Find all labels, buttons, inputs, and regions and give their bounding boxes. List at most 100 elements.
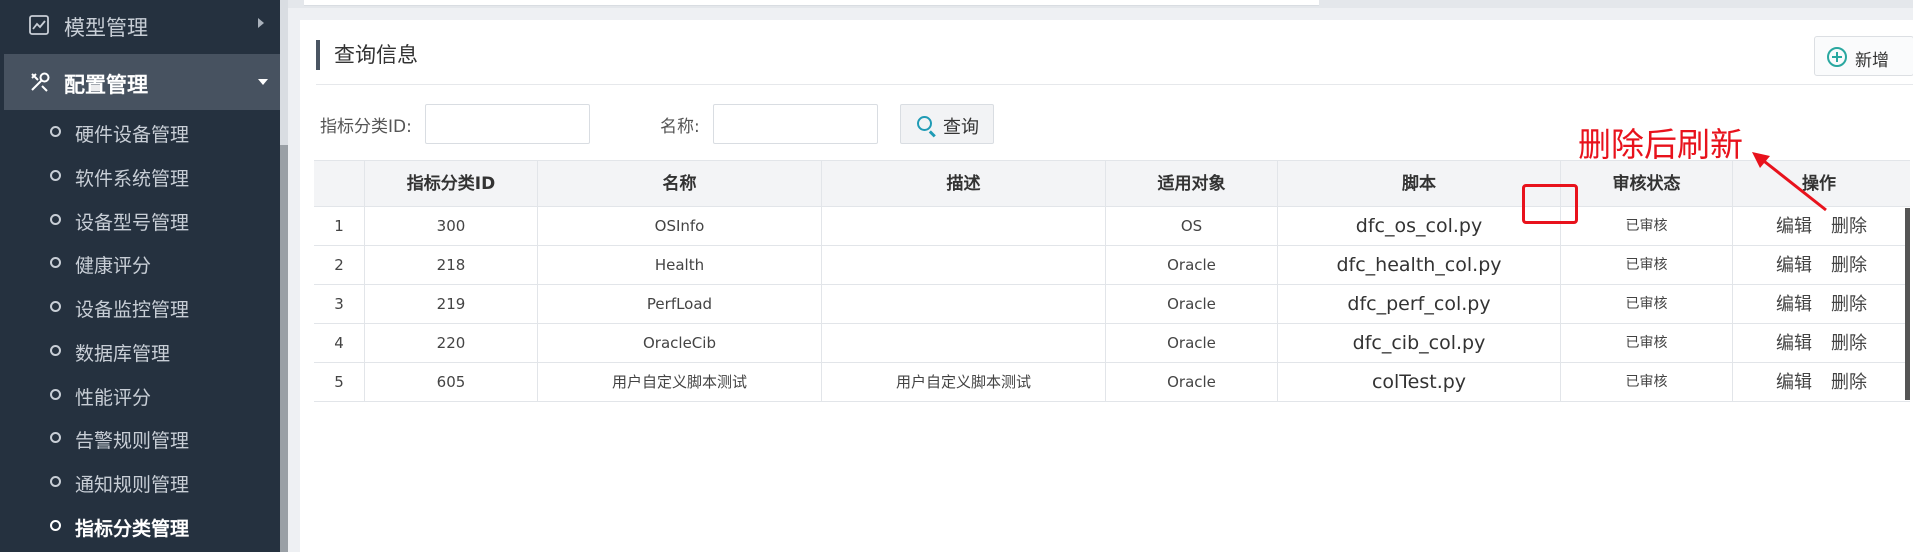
chart-icon — [29, 15, 49, 35]
cell-description: 用户自定义脚本测试 — [822, 363, 1106, 402]
top-tab-strip — [288, 0, 1913, 8]
sidebar-item-device-model[interactable]: 设备型号管理 — [0, 202, 280, 238]
circle-bullet-icon — [50, 389, 61, 400]
cell-script: dfc_cib_col.py — [1278, 324, 1561, 363]
chevron-down-icon — [258, 79, 268, 85]
delete-link[interactable]: 删除 — [1831, 324, 1867, 363]
sidebar-item-performance-score[interactable]: 性能评分 — [0, 377, 280, 413]
cell-description — [822, 285, 1106, 324]
sidebar-item-label: 硬件设备管理 — [75, 124, 190, 146]
tools-icon — [31, 72, 50, 92]
table-row: 5 605 用户自定义脚本测试 用户自定义脚本测试 Oracle colTest.py 已审… — [314, 363, 1910, 402]
sidebar-item-label: 指标分类管理 — [75, 518, 190, 540]
sidebar-item-label: 模型管理 — [64, 16, 148, 40]
delete-link[interactable]: 删除 — [1831, 246, 1867, 285]
plus-circle-icon — [1827, 47, 1847, 67]
sidebar-scrollbar[interactable] — [280, 0, 288, 552]
sidebar-item-model-management[interactable]: 模型管理 — [0, 0, 280, 52]
table-row: 2 218 Health Oracle dfc_health_col.py 已审核 编辑 删除 — [314, 246, 1910, 285]
cell-category-id: 218 — [365, 246, 538, 285]
annotation-text: 删除后刷新 — [1578, 125, 1743, 164]
edit-link[interactable]: 编辑 — [1776, 285, 1812, 324]
circle-bullet-icon — [50, 170, 61, 181]
table-row: 4 220 OracleCib Oracle dfc_cib_col.py 已审核 编辑 删除 — [314, 324, 1910, 363]
sidebar-item-database[interactable]: 数据库管理 — [0, 333, 280, 369]
sidebar-item-notify-rules[interactable]: 通知规则管理 — [0, 464, 280, 500]
edit-link[interactable]: 编辑 — [1776, 246, 1812, 285]
cell-status: 已审核 — [1561, 363, 1733, 402]
sidebar-group-config-management[interactable]: 配置管理 — [4, 54, 280, 110]
cell-actions: 编辑 删除 — [1733, 285, 1905, 324]
highlight-box — [1522, 184, 1578, 224]
cell-target: Oracle — [1106, 285, 1278, 324]
tab-strip-segment — [304, 0, 1319, 6]
category-id-input[interactable] — [425, 104, 590, 144]
cell-category-id: 300 — [365, 207, 538, 246]
cell-description — [822, 324, 1106, 363]
circle-bullet-icon — [50, 432, 61, 443]
circle-bullet-icon — [50, 214, 61, 225]
cell-status: 已审核 — [1561, 207, 1733, 246]
table-row: 1 300 OSInfo OS dfc_os_col.py 已审核 编辑 删除 — [314, 207, 1910, 246]
cell-index: 2 — [314, 246, 365, 285]
sidebar-item-metric-category[interactable]: 指标分类管理 — [0, 508, 280, 544]
edit-link[interactable]: 编辑 — [1776, 363, 1812, 402]
add-button[interactable]: 新增 — [1814, 36, 1913, 76]
table-scrollbar[interactable] — [1905, 208, 1910, 400]
sidebar-item-software[interactable]: 软件系统管理 — [0, 158, 280, 194]
cell-script: dfc_os_col.py — [1278, 207, 1561, 246]
chevron-right-icon — [258, 18, 264, 28]
page-title: 查询信息 — [316, 40, 418, 70]
cell-index: 4 — [314, 324, 365, 363]
circle-bullet-icon — [50, 257, 61, 268]
query-button[interactable]: 查询 — [900, 104, 994, 144]
search-icon — [917, 116, 932, 131]
cell-category-id: 219 — [365, 285, 538, 324]
circle-bullet-icon — [50, 301, 61, 312]
annotation-arrow-icon — [1752, 152, 1827, 212]
column-header-script: 脚本 — [1278, 161, 1561, 207]
sidebar-item-alarm-rules[interactable]: 告警规则管理 — [0, 420, 280, 456]
delete-link[interactable]: 删除 — [1831, 285, 1867, 324]
sidebar-item-health-score[interactable]: 健康评分 — [0, 245, 280, 281]
cell-index: 5 — [314, 363, 365, 402]
delete-link[interactable]: 删除 — [1831, 363, 1867, 402]
cell-name: Health — [538, 246, 822, 285]
cell-target: Oracle — [1106, 363, 1278, 402]
cell-target: OS — [1106, 207, 1278, 246]
query-button-label: 查询 — [943, 117, 979, 138]
cell-name: OSInfo — [538, 207, 822, 246]
sidebar-scrollbar-thumb[interactable] — [280, 145, 288, 552]
edit-link[interactable]: 编辑 — [1776, 324, 1812, 363]
title-divider — [316, 84, 1913, 85]
cell-script: dfc_perf_col.py — [1278, 285, 1561, 324]
cell-name: OracleCib — [538, 324, 822, 363]
column-header-name: 名称 — [538, 161, 822, 207]
cell-script: dfc_health_col.py — [1278, 246, 1561, 285]
cell-category-id: 220 — [365, 324, 538, 363]
add-button-label: 新增 — [1855, 51, 1889, 71]
sidebar-item-label: 性能评分 — [75, 387, 152, 409]
name-label: 名称: — [660, 117, 700, 137]
cell-actions: 编辑 删除 — [1733, 324, 1905, 363]
column-header-status: 审核状态 — [1561, 161, 1733, 207]
sidebar-item-label: 通知规则管理 — [75, 474, 190, 496]
cell-script: colTest.py — [1278, 363, 1561, 402]
sidebar-item-device-monitor[interactable]: 设备监控管理 — [0, 289, 280, 325]
column-header-description: 描述 — [822, 161, 1106, 207]
cell-category-id: 605 — [365, 363, 538, 402]
sidebar-item-label: 设备型号管理 — [75, 212, 190, 234]
cell-target: Oracle — [1106, 324, 1278, 363]
cell-description — [822, 207, 1106, 246]
cell-actions: 编辑 删除 — [1733, 363, 1905, 402]
cell-target: Oracle — [1106, 246, 1278, 285]
circle-bullet-icon — [50, 126, 61, 137]
sidebar-item-label: 告警规则管理 — [75, 430, 190, 452]
sidebar-group-label: 配置管理 — [64, 73, 148, 97]
sidebar-item-label: 数据库管理 — [75, 343, 171, 365]
cell-description — [822, 246, 1106, 285]
cell-name: PerfLoad — [538, 285, 822, 324]
sidebar-item-hardware[interactable]: 硬件设备管理 — [0, 114, 280, 150]
name-input[interactable] — [713, 104, 878, 144]
category-id-label: 指标分类ID: — [320, 117, 412, 137]
